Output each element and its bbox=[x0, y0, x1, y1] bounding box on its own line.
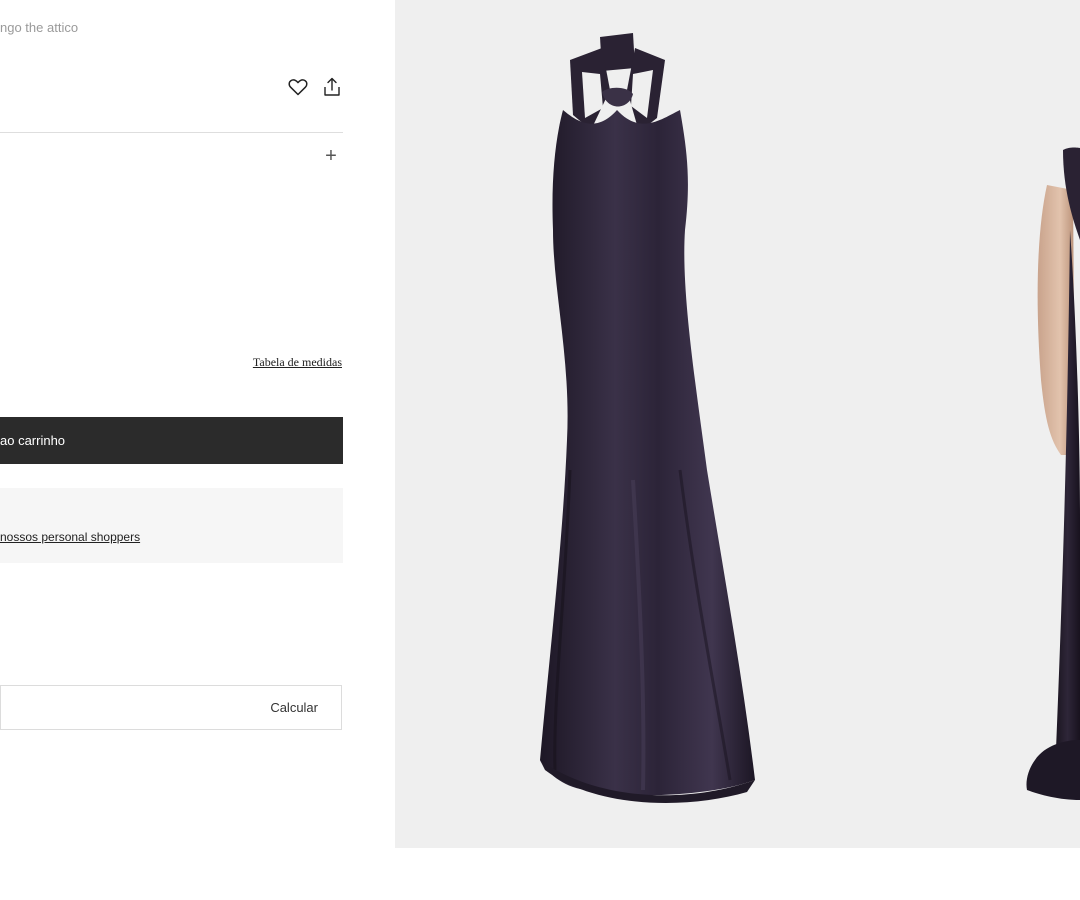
share-icon[interactable] bbox=[321, 76, 343, 98]
add-to-cart-button[interactable]: ao carrinho bbox=[0, 417, 343, 464]
product-page: ngo the attico + Tabela de medidas ao ca… bbox=[0, 0, 1080, 900]
breadcrumb[interactable]: ngo the attico bbox=[0, 20, 78, 35]
plus-icon[interactable]: + bbox=[321, 145, 341, 167]
heart-icon[interactable] bbox=[287, 76, 309, 98]
product-gallery[interactable] bbox=[395, 0, 1080, 848]
product-info-panel: ngo the attico + Tabela de medidas ao ca… bbox=[0, 0, 395, 900]
add-to-cart-label: ao carrinho bbox=[0, 433, 66, 448]
size-guide-link[interactable]: Tabela de medidas bbox=[253, 355, 342, 370]
calculate-shipping-button[interactable]: Calcular bbox=[264, 699, 324, 716]
dress-image-model bbox=[1026, 147, 1080, 800]
section-divider bbox=[0, 132, 343, 133]
personal-shopper-link[interactable]: nossos personal shoppers bbox=[0, 530, 140, 544]
zip-code-input[interactable] bbox=[1, 686, 251, 729]
dress-image-front bbox=[540, 33, 755, 803]
product-actions bbox=[287, 76, 343, 98]
personal-shopper-box bbox=[0, 488, 343, 563]
product-image bbox=[540, 33, 1080, 803]
shipping-calculator: Calcular bbox=[0, 685, 342, 730]
